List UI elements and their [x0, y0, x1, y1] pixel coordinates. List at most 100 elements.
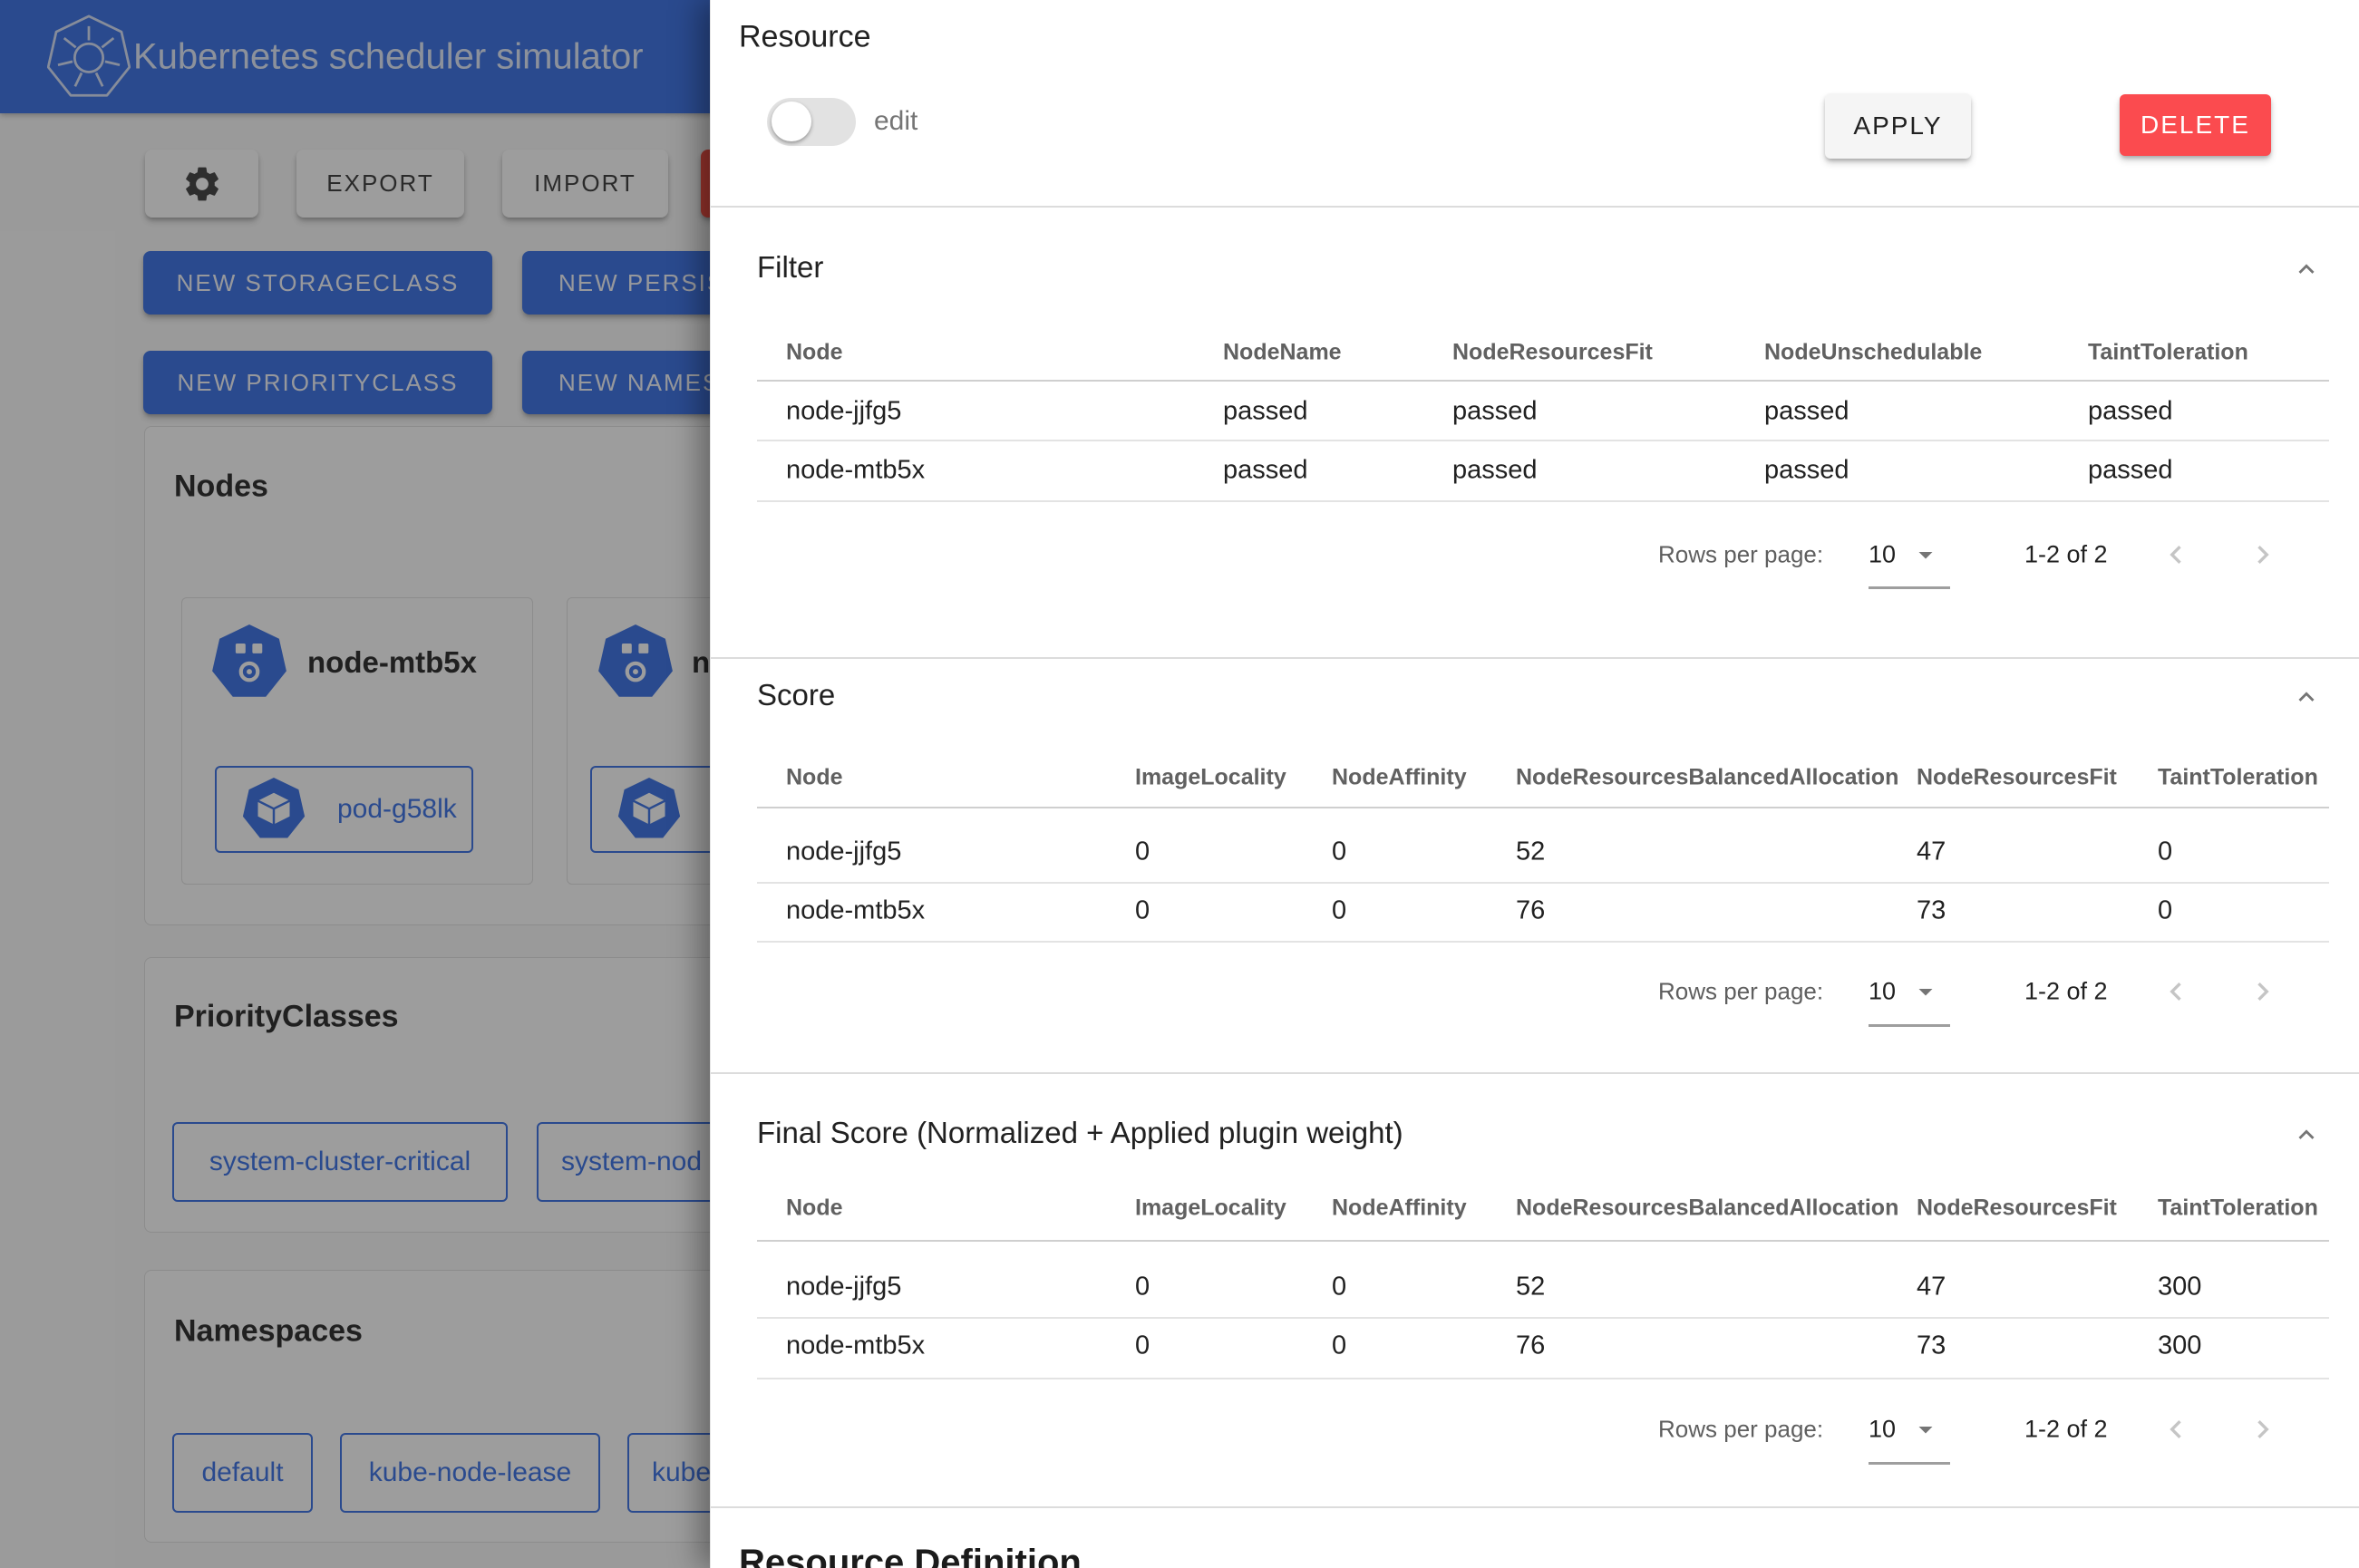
table-cell: node-mtb5x	[786, 896, 925, 926]
table-header-line	[757, 380, 2329, 382]
kubernetes-scheduler-simulator-screen: Kubernetes scheduler simulator EXPORT IM…	[0, 0, 2359, 1568]
dropdown-caret-icon[interactable]	[1909, 538, 1942, 571]
table-cell: node-mtb5x	[786, 1331, 925, 1361]
chevron-right-icon[interactable]	[2245, 537, 2281, 573]
table-cell: 0	[1332, 1331, 1346, 1361]
table-cell: passed	[1223, 456, 1308, 486]
divider	[711, 1506, 2359, 1508]
table-row-line	[757, 440, 2329, 441]
divider	[711, 657, 2359, 659]
table-cell: 0	[1332, 1273, 1346, 1302]
divider	[711, 206, 2359, 208]
table-cell: 0	[2158, 837, 2172, 867]
column-header: Node	[786, 1195, 843, 1222]
table-cell: 300	[2158, 1273, 2201, 1302]
collapse-score-button[interactable]	[2288, 679, 2325, 715]
score-section-title: Score	[757, 678, 835, 712]
table-row-line	[757, 882, 2329, 884]
table-cell: 0	[1332, 896, 1346, 926]
select-underline	[1869, 1462, 1950, 1465]
column-header: NodeResourcesFit	[1917, 765, 2117, 791]
rows-per-page-select[interactable]: 10	[1869, 1416, 1896, 1444]
rows-per-page-select[interactable]: 10	[1869, 541, 1896, 569]
toggle-thumb-icon	[772, 102, 811, 141]
chevron-up-icon	[2291, 254, 2322, 285]
table-cell: node-jjfg5	[786, 397, 901, 427]
chevron-up-icon	[2291, 1119, 2322, 1150]
table-cell: 52	[1516, 1273, 1545, 1302]
column-header: NodeUnschedulable	[1764, 340, 1982, 366]
table-cell: 52	[1516, 837, 1545, 867]
table-cell: 0	[1135, 837, 1150, 867]
select-underline	[1869, 1024, 1950, 1027]
table-cell: 76	[1516, 1331, 1545, 1361]
column-header: NodeResourcesFit	[1452, 340, 1653, 366]
edit-toggle[interactable]	[767, 98, 856, 146]
pagination-range: 1-2 of 2	[2024, 541, 2108, 569]
table-cell: passed	[1452, 456, 1538, 486]
rows-per-page-select[interactable]: 10	[1869, 978, 1896, 1006]
chevron-right-icon[interactable]	[2245, 973, 2281, 1010]
delete-button[interactable]: DELETE	[2120, 94, 2271, 156]
column-header: TaintToleration	[2088, 340, 2248, 366]
column-header: NodeAffinity	[1332, 765, 1467, 791]
table-cell: 300	[2158, 1331, 2201, 1361]
divider	[711, 1072, 2359, 1074]
pagination-range: 1-2 of 2	[2024, 1416, 2108, 1444]
table-cell: 76	[1516, 896, 1545, 926]
column-header: NodeResourcesBalancedAllocation	[1516, 765, 1898, 791]
edit-toggle-label: edit	[874, 106, 917, 137]
table-header-line	[757, 807, 2329, 808]
rows-per-page-label: Rows per page:	[1658, 978, 1823, 1006]
rows-per-page-label: Rows per page:	[1658, 541, 1823, 569]
chevron-up-icon	[2291, 682, 2322, 712]
column-header: ImageLocality	[1135, 1195, 1286, 1222]
table-cell: 73	[1917, 896, 1946, 926]
table-cell: 0	[1135, 1331, 1150, 1361]
table-cell: passed	[2088, 397, 2173, 427]
column-header: NodeResourcesFit	[1917, 1195, 2117, 1222]
select-underline	[1869, 586, 1950, 589]
rows-per-page-label: Rows per page:	[1658, 1416, 1823, 1444]
table-cell: 0	[1135, 896, 1150, 926]
chevron-right-icon[interactable]	[2245, 1411, 2281, 1447]
apply-button[interactable]: APPLY	[1825, 93, 1971, 159]
table-row-line	[757, 500, 2329, 502]
column-header: TaintToleration	[2158, 1195, 2318, 1222]
column-header: Node	[786, 340, 843, 366]
collapse-filter-button[interactable]	[2288, 251, 2325, 287]
chevron-left-icon[interactable]	[2158, 537, 2194, 573]
table-row-line	[757, 1317, 2329, 1319]
table-cell: 0	[1135, 1273, 1150, 1302]
table-row-line	[757, 941, 2329, 943]
column-header: NodeName	[1223, 340, 1342, 366]
chevron-left-icon[interactable]	[2158, 973, 2194, 1010]
table-cell: passed	[1223, 397, 1308, 427]
column-header: Node	[786, 765, 843, 791]
table-cell: node-jjfg5	[786, 837, 901, 867]
resource-drawer: Resource edit APPLY DELETE Filter Node N…	[710, 0, 2359, 1568]
table-header-line	[757, 1240, 2329, 1242]
table-cell: 0	[2158, 896, 2172, 926]
table-cell: 0	[1332, 837, 1346, 867]
column-header: ImageLocality	[1135, 765, 1286, 791]
table-cell: passed	[1764, 456, 1849, 486]
table-cell: node-mtb5x	[786, 456, 925, 486]
table-cell: passed	[1764, 397, 1849, 427]
dropdown-caret-icon[interactable]	[1909, 975, 1942, 1008]
pagination-range: 1-2 of 2	[2024, 978, 2108, 1006]
dropdown-caret-icon[interactable]	[1909, 1413, 1942, 1446]
table-cell: passed	[1452, 397, 1538, 427]
chevron-left-icon[interactable]	[2158, 1411, 2194, 1447]
filter-section-title: Filter	[757, 250, 823, 285]
column-header: TaintToleration	[2158, 765, 2318, 791]
table-cell: 47	[1917, 837, 1946, 867]
column-header: NodeResourcesBalancedAllocation	[1516, 1195, 1898, 1222]
table-cell: 73	[1917, 1331, 1946, 1361]
resource-definition-title: Resource Definition	[739, 1543, 1082, 1568]
collapse-final-score-button[interactable]	[2288, 1117, 2325, 1153]
column-header: NodeAffinity	[1332, 1195, 1467, 1222]
table-cell: 47	[1917, 1273, 1946, 1302]
drawer-title: Resource	[739, 20, 871, 55]
final-score-section-title: Final Score (Normalized + Applied plugin…	[757, 1116, 1403, 1150]
